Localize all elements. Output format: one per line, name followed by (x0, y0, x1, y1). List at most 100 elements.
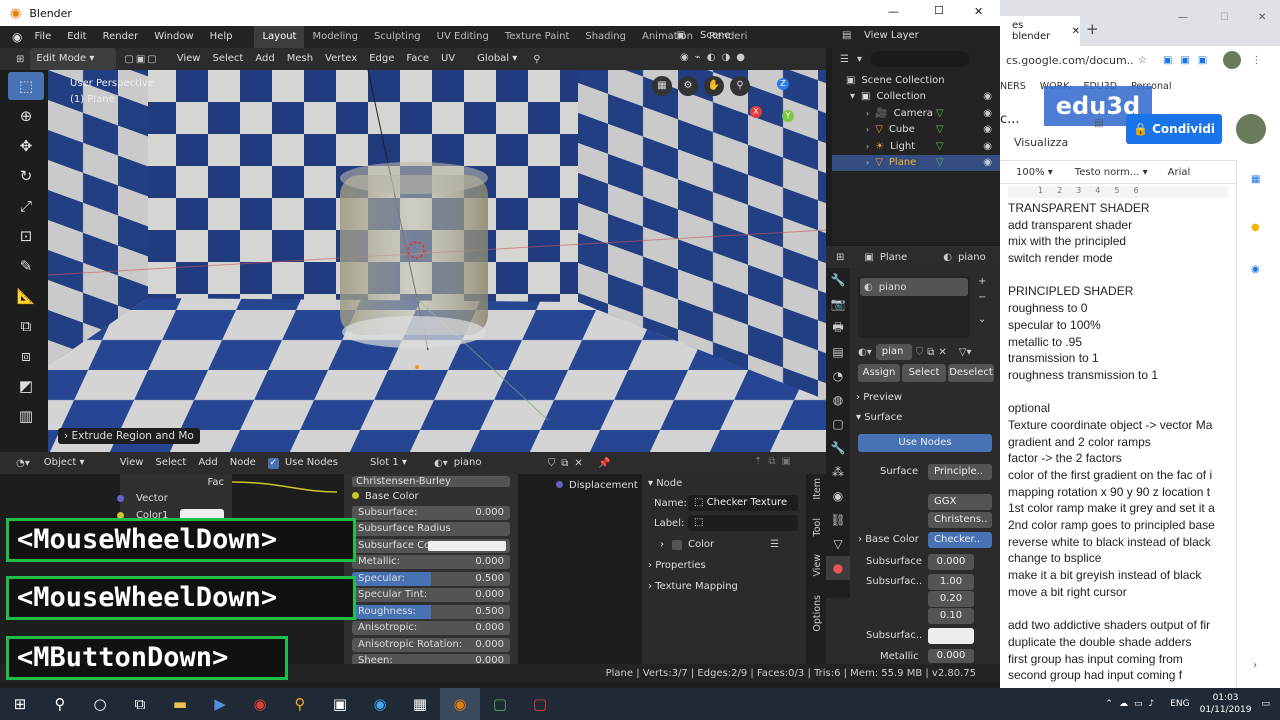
task-view-icon[interactable]: ⧉ (120, 688, 160, 720)
subsurface-color-swatch[interactable] (928, 628, 974, 644)
world-tab-icon[interactable]: ◍ (826, 388, 850, 412)
data-icon[interactable]: ▽ (936, 141, 944, 152)
document-line[interactable]: transmission to 1 (1008, 350, 1226, 367)
document-line[interactable]: specular to 100% (1008, 317, 1226, 334)
outliner-search[interactable] (870, 51, 970, 67)
extrude-icon[interactable]: ⧉ (8, 312, 44, 340)
texture-mapping-panel[interactable]: › Texture Mapping (648, 581, 800, 592)
displacement-socket[interactable]: Displacement (556, 480, 638, 491)
camera-view-icon[interactable]: ⚙ (678, 76, 698, 96)
viewport-menu-add[interactable]: Add (249, 48, 280, 70)
value-slider[interactable]: Specular: 0.500 (352, 571, 510, 586)
base-color-field[interactable]: Checker.. (928, 532, 992, 548)
particles-tab-icon[interactable]: ⁂ (826, 460, 850, 484)
comment-icon[interactable]: ▤ (1094, 118, 1103, 129)
navigation-gizmo[interactable]: Z X Y (748, 78, 812, 142)
document-line[interactable]: TRANSPARENT SHADER (1008, 200, 1226, 217)
slot-menu-button[interactable]: ⌄ (978, 314, 986, 325)
preview-panel[interactable]: › Preview (856, 392, 902, 403)
node-panel-header[interactable]: ▾ Node (648, 478, 800, 489)
document-line[interactable]: duplicate the double shade adders (1008, 634, 1226, 651)
data-icon[interactable]: ▽ (936, 108, 944, 119)
start-icon[interactable]: ⊞ (0, 688, 40, 720)
viewport-menu-uv[interactable]: UV (435, 48, 461, 70)
value-slider[interactable]: Subsurface Radius (352, 522, 510, 537)
document-line[interactable]: make it a bit greyish instead of black (1008, 567, 1226, 584)
move-icon[interactable]: ✥ (8, 132, 44, 160)
workspace-tab-animation[interactable]: Animation (634, 26, 701, 48)
mode-select[interactable]: Edit Mode ▾ (30, 48, 117, 70)
minimize-button[interactable]: — (888, 5, 899, 18)
constraints-tab-icon[interactable]: ⛓ (826, 508, 850, 532)
grid-view-icon[interactable]: ▦ (652, 76, 672, 96)
transform-orientation[interactable]: Global ▾ (471, 48, 523, 70)
document-line[interactable]: first group has input coming from (1008, 651, 1226, 668)
value-slider[interactable]: Specular Tint: 0.000 (352, 588, 510, 603)
side-tab-tool[interactable]: Tool (810, 514, 825, 540)
search-icon[interactable]: ⚲ (40, 688, 80, 720)
outliner-item-light[interactable]: › ☀ Light ▽ ◉ (832, 138, 1000, 155)
outliner-type-icon[interactable]: ☰ (840, 54, 849, 65)
fake-user-icon[interactable]: ⛉ (916, 347, 924, 358)
object-tab-icon[interactable]: ▢ (826, 412, 850, 436)
extension-icons[interactable]: ▣▣▣ (1163, 55, 1215, 66)
modifier-tab-icon[interactable]: 🔧 (826, 436, 850, 460)
principled-row[interactable]: Specular Tint: 0.000 (344, 587, 518, 604)
eye-icon[interactable]: ◉ (983, 141, 992, 152)
document-line[interactable]: change to bsplice (1008, 550, 1226, 567)
properties-panel[interactable]: › Properties (648, 560, 800, 571)
cursor-icon[interactable]: ⊕ (8, 102, 44, 130)
node-view-icons[interactable]: ⇡⧉▣ (754, 456, 797, 467)
output-tab-icon[interactable]: 🖶 (826, 316, 850, 340)
tasks-icon[interactable]: ◉ (1251, 264, 1260, 275)
document-line[interactable] (1008, 384, 1226, 401)
scale-icon[interactable]: ⤢ (8, 192, 44, 220)
data-tab-icon[interactable]: ▽ (826, 532, 850, 556)
viewport-menu-mesh[interactable]: Mesh (281, 48, 319, 70)
search-app-icon[interactable]: ⚲ (280, 688, 320, 720)
value-slider[interactable]: Anisotropic: 0.000 (352, 621, 510, 636)
zoom-select[interactable]: 100% ▾ (1016, 167, 1053, 178)
document-line[interactable]: Texture coordinate object -> vector Ma (1008, 417, 1226, 434)
image-app-icon[interactable]: ▣ (320, 688, 360, 720)
color-checkbox[interactable] (672, 539, 682, 550)
file-explorer-icon[interactable]: ▬ (160, 688, 200, 720)
workspace-tab-uv-editing[interactable]: UV Editing (429, 26, 497, 48)
eye-icon[interactable]: ◉ (983, 124, 992, 135)
side-tab-item[interactable]: Item (810, 474, 825, 504)
blender-taskbar-icon[interactable]: ◉ (440, 688, 480, 720)
document-line[interactable] (1008, 267, 1226, 284)
browser-tab[interactable]: es blender ✕ (1000, 16, 1080, 46)
style-select[interactable]: Testo norm... ▾ (1075, 167, 1148, 178)
bookmark-star-icon[interactable]: ☆ (1138, 55, 1147, 66)
slot-select[interactable]: Slot 1 ▾ (364, 452, 434, 474)
menu-edit[interactable]: Edit (59, 26, 94, 48)
document-line[interactable]: optional (1008, 400, 1226, 417)
rotate-icon[interactable]: ↻ (8, 162, 44, 190)
bevel-icon[interactable]: ◩ (8, 372, 44, 400)
transform-icon[interactable]: ⊡ (8, 222, 44, 250)
chrome-icon[interactable]: ◉ (240, 688, 280, 720)
scene-field[interactable]: Scene (700, 30, 810, 41)
inset-icon[interactable]: ⧈ (8, 342, 44, 370)
value-slider[interactable]: Sheen: 0.000 (352, 654, 510, 664)
menu-window[interactable]: Window (146, 26, 201, 48)
share-button[interactable]: 🔒 Condividi (1126, 114, 1222, 144)
document-line[interactable]: metallic to .95 (1008, 334, 1226, 351)
link-icon[interactable]: ▽▾ (959, 347, 972, 358)
value-slider[interactable]: Roughness: 0.500 (352, 604, 510, 619)
3d-viewport[interactable]: Z X Y ▦ ⚙ ✋ ⚲ (48, 70, 826, 452)
editor-type-icon[interactable]: ⊞ (16, 54, 24, 65)
menu-file[interactable]: File (26, 26, 59, 48)
data-icon[interactable]: ▽ (936, 124, 944, 135)
properties-type-icon[interactable]: ⊞ (836, 252, 844, 263)
expand-icon[interactable]: ▾ (850, 91, 855, 102)
workspace-tab-sculpting[interactable]: Sculpting (366, 26, 429, 48)
close-button[interactable]: ✕ (974, 5, 983, 18)
cortana-icon[interactable]: ○ (80, 688, 120, 720)
workspace-tab-shading[interactable]: Shading (577, 26, 634, 48)
workspace-tab-texture-paint[interactable]: Texture Paint (497, 26, 578, 48)
chrome-close[interactable]: ✕ (1258, 12, 1266, 23)
side-tab-view[interactable]: View (810, 550, 825, 581)
outliner-item-camera[interactable]: › 🎥 Camera ▽ ◉ (832, 105, 1000, 122)
